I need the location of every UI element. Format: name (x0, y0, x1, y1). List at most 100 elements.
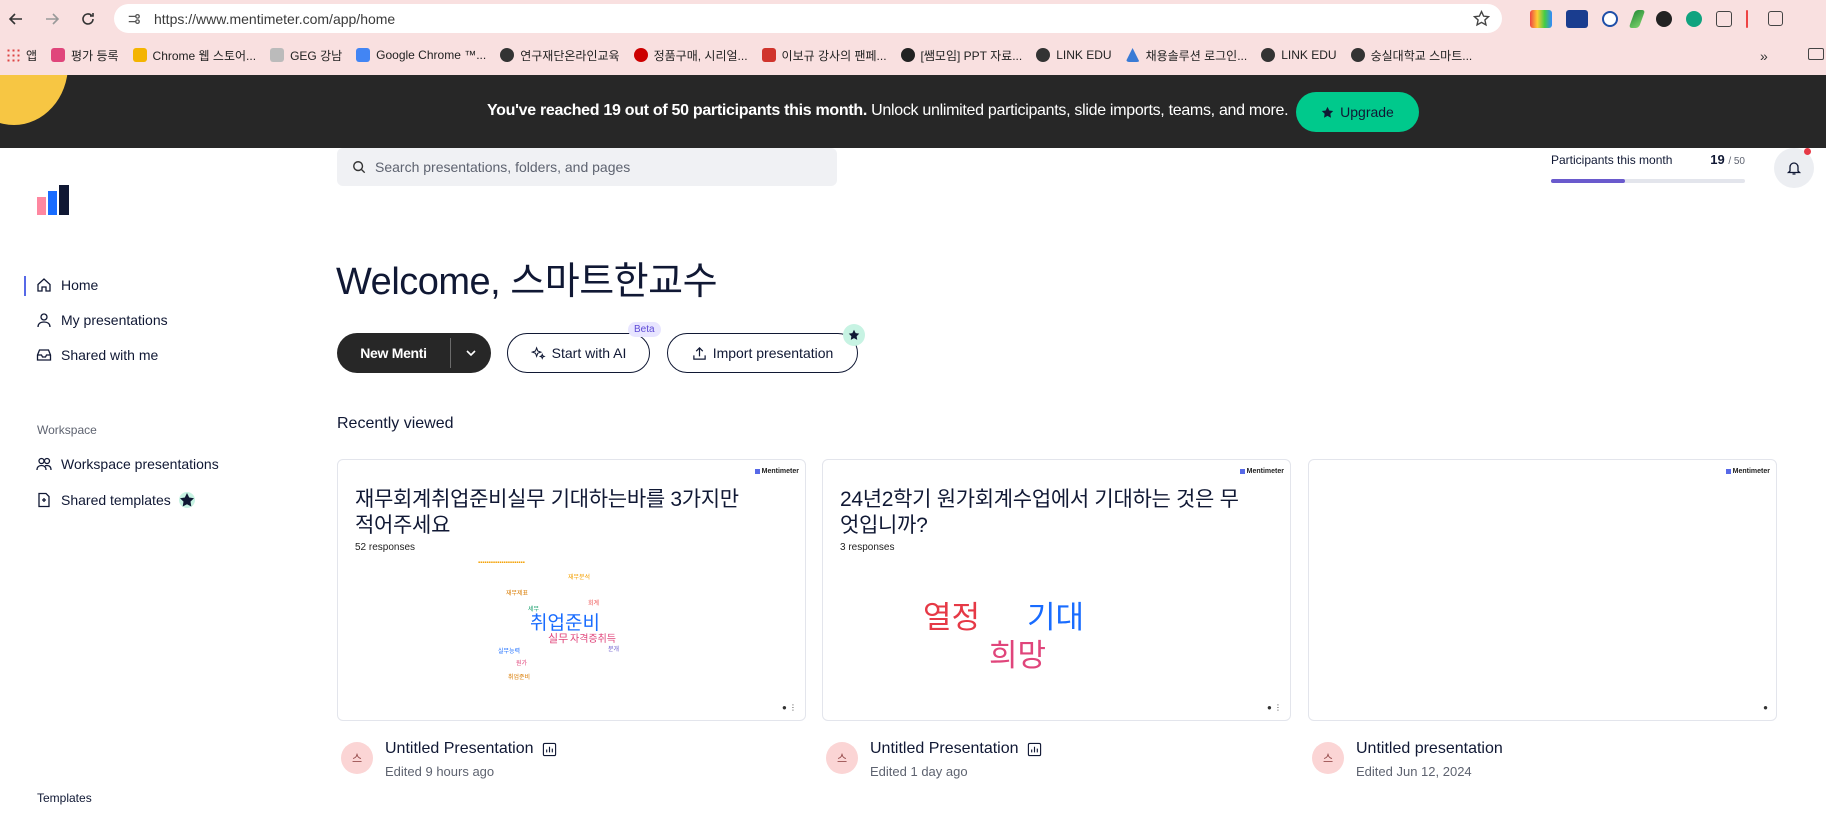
bookmark-item[interactable]: 평가 등록 (51, 47, 119, 64)
search-bar[interactable] (337, 148, 837, 186)
results-chart-icon (542, 742, 556, 756)
presentation-title-text: Untitled Presentation (870, 740, 1019, 757)
presentation-card-meta[interactable]: 스 Untitled Presentation Edited 9 hours a… (337, 736, 806, 782)
card-footer-icons: ● (1763, 703, 1768, 712)
sidebar-item-shared-with-me[interactable]: Shared with me (36, 343, 158, 367)
chevron-down-icon (466, 350, 476, 357)
sidebar-item-label: My presentations (61, 312, 168, 328)
presentation-card-meta[interactable]: 스 Untitled presentation Edited Jun 12, 2… (1308, 736, 1777, 782)
bookmark-favicon (270, 48, 285, 62)
bookmark-label: 이보규 강사의 팬페... (781, 48, 887, 63)
participants-label: Participants this month (1551, 153, 1673, 167)
presentation-card-thumbnail[interactable]: Mentimeter 재무회계취업준비실무 기대하는바를 3가지만 적어주세요 … (337, 459, 806, 721)
bell-icon (1786, 162, 1802, 175)
browser-toolbar: https://www.mentimeter.com/app/home (0, 0, 1826, 37)
results-chart-icon (1027, 742, 1041, 756)
bookmark-item[interactable]: 이보규 강사의 팬페... (761, 47, 887, 64)
browser-chrome: https://www.mentimeter.com/app/home 앱 평가… (0, 0, 1826, 75)
folder-icon[interactable] (1808, 48, 1824, 60)
globe-icon (1350, 48, 1365, 62)
puzzle-icon[interactable] (1716, 10, 1732, 27)
bookmark-item[interactable]: LINK EDU (1036, 48, 1112, 62)
extension-icon[interactable] (1628, 9, 1646, 28)
bookmarks-overflow-icon[interactable]: » (1760, 48, 1768, 64)
user-icon (37, 313, 51, 328)
mentimeter-brand-mark: Mentimeter (755, 468, 799, 475)
edited-timestamp: Edited 9 hours ago (385, 764, 495, 779)
notifications-button[interactable] (1774, 148, 1814, 188)
side-panel-icon[interactable] (1768, 11, 1783, 26)
site-info-icon[interactable] (124, 9, 144, 29)
participants-progress-track (1551, 179, 1745, 183)
upgrade-button[interactable]: Upgrade (1296, 92, 1419, 132)
address-bar[interactable]: https://www.mentimeter.com/app/home (114, 4, 1502, 33)
sidebar-item-label: Home (61, 277, 99, 293)
bookmark-item[interactable]: Google Chrome ™... (356, 48, 486, 62)
bookmark-item[interactable]: [쌤모임] PPT 자료... (900, 47, 1023, 64)
presentation-card-thumbnail[interactable]: Mentimeter 24년2학기 원가회계수업에서 기대하는 것은 무엇입니까… (822, 459, 1291, 721)
word-cloud-word: 분개 (608, 647, 620, 653)
bookmark-item[interactable]: 연구재단온라인교육 (500, 47, 620, 64)
new-menti-dropdown[interactable] (451, 347, 491, 359)
bookmark-label: Google Chrome ™... (376, 48, 487, 62)
extension-icon[interactable] (1566, 9, 1588, 28)
search-input[interactable] (375, 159, 815, 175)
sidebar-item-my-presentations[interactable]: My presentations (36, 308, 168, 332)
bookmark-apps[interactable]: 앱 (6, 47, 37, 64)
sidebar-item-shared-templates[interactable]: Shared templates (36, 488, 195, 512)
bookmark-item[interactable]: 채용솔루션 로그인... (1125, 47, 1247, 64)
bookmark-label: LINK EDU (1281, 48, 1337, 62)
start-with-ai-button[interactable]: Start with AI (507, 333, 650, 373)
sidebar-item-home[interactable]: Home (36, 273, 98, 297)
sidebar-item-workspace-presentations[interactable]: Workspace presentations (36, 452, 219, 476)
sidebar-item-label: Shared templates (61, 492, 171, 508)
globe-icon (500, 48, 515, 62)
bookmark-item[interactable]: Chrome 웹 스토어... (132, 47, 256, 64)
presentation-title[interactable]: Untitled presentation (1356, 740, 1503, 758)
presentation-title[interactable]: Untitled Presentation (870, 740, 1042, 758)
presentation-card-meta[interactable]: 스 Untitled Presentation Edited 1 day ago (822, 736, 1291, 782)
bookmark-item[interactable]: GEG 강남 (270, 47, 342, 64)
document-icon (38, 492, 50, 508)
extension-icon[interactable] (1686, 10, 1702, 27)
url-text[interactable]: https://www.mentimeter.com/app/home (154, 11, 395, 27)
presentation-title[interactable]: Untitled Presentation (385, 740, 557, 758)
bookmark-item[interactable]: 정품구매, 시리얼... (633, 47, 748, 64)
new-menti-label[interactable]: New Menti (337, 345, 450, 361)
sparkle-icon (530, 345, 546, 360)
bookmark-favicon (1125, 48, 1140, 62)
extension-icon[interactable] (1656, 10, 1672, 27)
upgrade-banner: You've reached 19 out of 50 participants… (0, 75, 1826, 148)
star-icon (1321, 106, 1334, 118)
bookmark-item[interactable]: 숭실대학교 스마트... (1350, 47, 1472, 64)
extension-icon[interactable] (1530, 9, 1552, 28)
bookmark-star-icon[interactable] (1473, 10, 1490, 27)
response-count: 3 responses (840, 542, 895, 553)
back-icon[interactable] (2, 5, 30, 33)
bookmark-label: [쌤모임] PPT 자료... (920, 48, 1023, 63)
import-presentation-button[interactable]: Import presentation (667, 333, 858, 373)
presentation-title-text: Untitled Presentation (385, 740, 534, 757)
banner-message: You've reached 19 out of 50 participants… (487, 102, 1289, 120)
avatar: 스 (1312, 742, 1344, 774)
start-with-ai-label: Start with AI (551, 345, 627, 361)
decorative-shape (0, 75, 68, 125)
home-icon (37, 278, 51, 292)
presentation-card-thumbnail[interactable]: Mentimeter ● (1308, 459, 1777, 721)
extension-icon[interactable] (1602, 10, 1618, 27)
new-menti-button[interactable]: New Menti (337, 333, 491, 373)
banner-message-rest: Unlock unlimited participants, slide imp… (867, 102, 1289, 119)
bookmark-favicon (51, 48, 66, 62)
word-cloud-word: 희망 (989, 638, 1047, 673)
notification-dot (1804, 148, 1811, 155)
mentimeter-logo[interactable] (37, 185, 69, 215)
word-cloud-word: 열정 (923, 600, 981, 635)
mentimeter-brand-mark: Mentimeter (1726, 468, 1770, 475)
reload-icon[interactable] (74, 5, 102, 33)
recently-viewed-heading: Recently viewed (337, 415, 454, 432)
page-title: Welcome, 스마트한교수 (336, 261, 718, 303)
word-cloud-main: 취업준비 (530, 613, 600, 634)
participants-limit: / 50 (1728, 156, 1745, 167)
forward-icon[interactable] (38, 5, 66, 33)
bookmark-item[interactable]: LINK EDU (1261, 48, 1337, 62)
